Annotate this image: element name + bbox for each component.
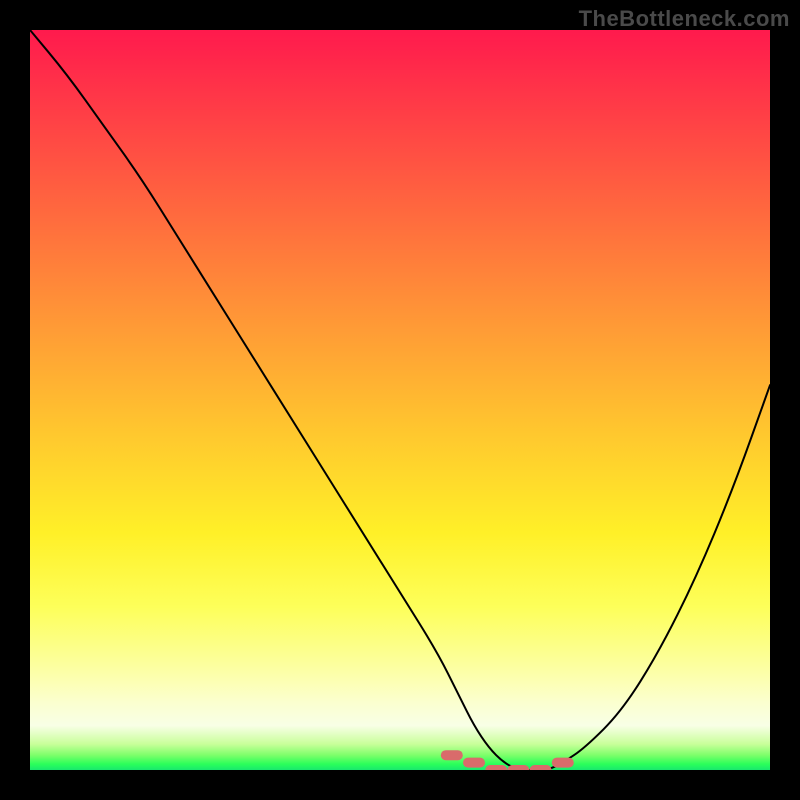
valley-marker	[530, 765, 552, 770]
valley-marker	[552, 758, 574, 768]
valley-marker	[441, 750, 463, 760]
valley-marker	[485, 765, 507, 770]
plot-area	[30, 30, 770, 770]
watermark-label: TheBottleneck.com	[579, 6, 790, 32]
bottleneck-curve	[30, 30, 770, 770]
bottleneck-curve-layer	[30, 30, 770, 770]
valley-marker	[507, 765, 529, 770]
valley-marker	[463, 758, 485, 768]
chart-frame: TheBottleneck.com	[0, 0, 800, 800]
